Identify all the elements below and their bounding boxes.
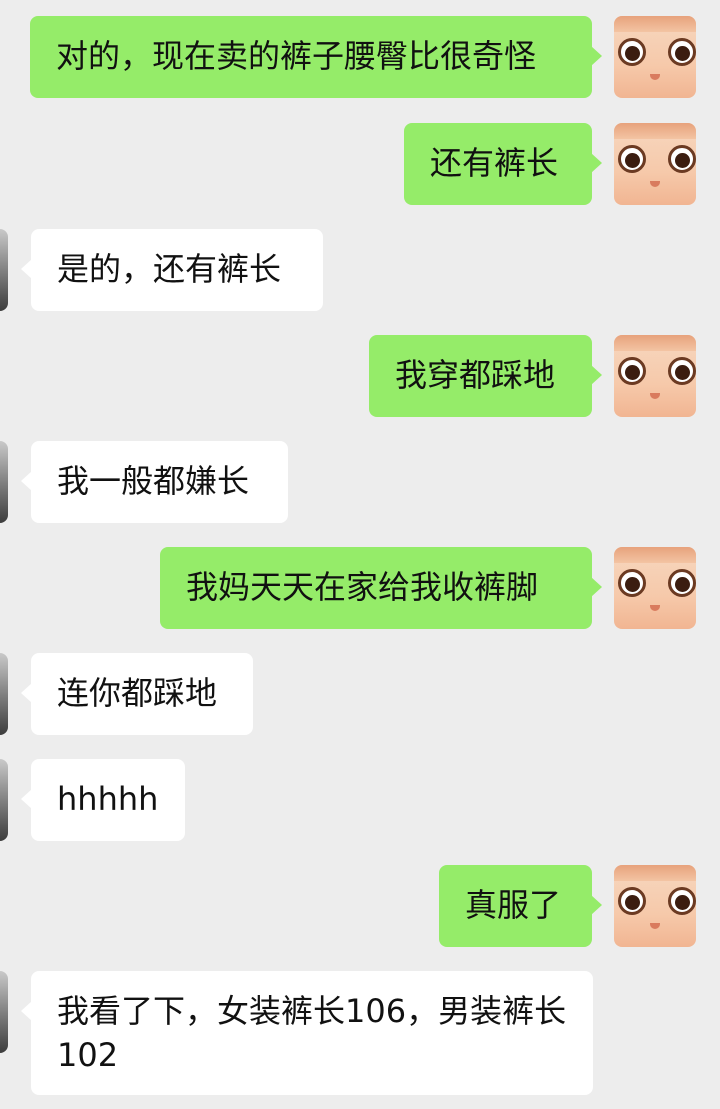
my-avatar-icon[interactable] bbox=[614, 16, 696, 98]
my-avatar-icon[interactable] bbox=[614, 335, 696, 417]
message-text: 我穿都踩地 bbox=[395, 356, 556, 394]
message-text: 我一般都嫌长 bbox=[57, 462, 250, 500]
contact-avatar-icon[interactable] bbox=[0, 759, 8, 841]
contact-avatar-icon[interactable] bbox=[0, 229, 8, 311]
message-row: 还有裤长 bbox=[0, 123, 720, 205]
message-row: 我看了下，女装裤长106，男装裤长102 bbox=[0, 971, 720, 1095]
message-text: hhhhh bbox=[57, 780, 159, 818]
my-avatar-icon[interactable] bbox=[614, 865, 696, 947]
message-bubble-received[interactable]: 我一般都嫌长 bbox=[21, 441, 288, 523]
message-row: 是的，还有裤长 bbox=[0, 229, 720, 311]
my-avatar-icon[interactable] bbox=[614, 123, 696, 205]
message-text: 连你都踩地 bbox=[57, 674, 218, 712]
message-bubble-received[interactable]: hhhhh bbox=[21, 759, 185, 841]
message-row: hhhhh bbox=[0, 759, 720, 841]
message-row: 我妈天天在家给我收裤脚 bbox=[0, 547, 720, 629]
message-row: 我穿都踩地 bbox=[0, 335, 720, 417]
message-bubble-sent[interactable]: 还有裤长 bbox=[404, 123, 602, 205]
message-bubble-sent[interactable]: 我妈天天在家给我收裤脚 bbox=[160, 547, 602, 629]
message-text: 对的，现在卖的裤子腰臀比很奇怪 bbox=[56, 37, 537, 75]
message-bubble-received[interactable]: 我看了下，女装裤长106，男装裤长102 bbox=[21, 971, 593, 1095]
message-bubble-received[interactable]: 连你都踩地 bbox=[21, 653, 253, 735]
message-text: 还有裤长 bbox=[430, 144, 559, 182]
message-text: 我妈天天在家给我收裤脚 bbox=[186, 568, 539, 606]
message-text: 是的，还有裤长 bbox=[57, 250, 282, 288]
contact-avatar-icon[interactable] bbox=[0, 653, 8, 735]
my-avatar-icon[interactable] bbox=[614, 547, 696, 629]
message-bubble-received[interactable]: 是的，还有裤长 bbox=[21, 229, 323, 311]
message-row: 对的，现在卖的裤子腰臀比很奇怪 bbox=[0, 16, 720, 98]
contact-avatar-icon[interactable] bbox=[0, 971, 8, 1053]
message-text: 真服了 bbox=[465, 886, 562, 924]
message-bubble-sent[interactable]: 真服了 bbox=[439, 865, 602, 947]
contact-avatar-icon[interactable] bbox=[0, 441, 8, 523]
message-bubble-sent[interactable]: 对的，现在卖的裤子腰臀比很奇怪 bbox=[30, 16, 602, 98]
message-bubble-sent[interactable]: 我穿都踩地 bbox=[369, 335, 602, 417]
message-text: 我看了下，女装裤长106，男装裤长102 bbox=[57, 992, 567, 1074]
message-row: 连你都踩地 bbox=[0, 653, 720, 735]
message-row: 我一般都嫌长 bbox=[0, 441, 720, 523]
message-row: 真服了 bbox=[0, 865, 720, 947]
